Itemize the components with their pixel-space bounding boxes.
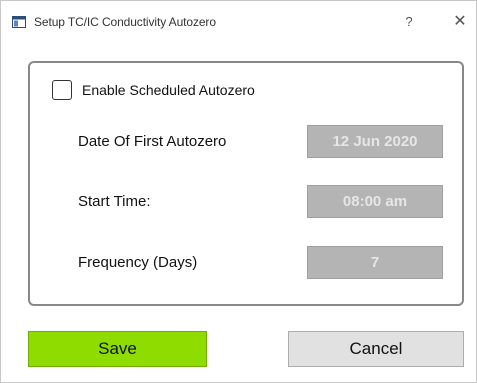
first-autozero-date-label: Date Of First Autozero (78, 133, 227, 150)
close-icon[interactable]: ✕ (449, 11, 471, 33)
title-bar: Setup TC/IC Conductivity Autozero ? ✕ (1, 1, 476, 43)
setup-autozero-dialog: Setup TC/IC Conductivity Autozero ? ✕ En… (0, 0, 477, 383)
enable-scheduled-label[interactable]: Enable Scheduled Autozero (82, 82, 255, 98)
first-autozero-date-field[interactable]: 12 Jun 2020 (307, 125, 443, 158)
app-window-icon (12, 16, 26, 28)
start-time-field[interactable]: 08:00 am (307, 185, 443, 218)
frequency-days-label: Frequency (Days) (78, 254, 198, 271)
help-icon[interactable]: ? (398, 11, 420, 33)
start-time-label: Start Time: (78, 193, 151, 210)
frequency-days-field[interactable]: 7 (307, 246, 443, 279)
cancel-button[interactable]: Cancel (288, 331, 464, 367)
save-button[interactable]: Save (28, 331, 207, 367)
enable-scheduled-checkbox[interactable] (52, 80, 72, 100)
window-title: Setup TC/IC Conductivity Autozero (34, 15, 216, 29)
